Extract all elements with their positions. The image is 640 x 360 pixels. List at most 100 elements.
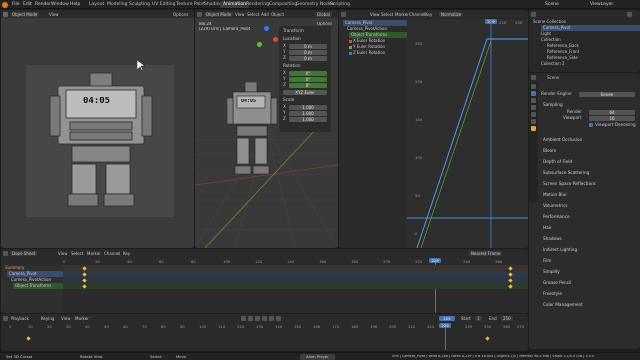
playback-menu[interactable]: Playback [11, 316, 29, 321]
timeline[interactable]: Playback Keying View Marker 229 Start 1 … [1, 314, 528, 351]
sampling-section[interactable]: Sampling [543, 101, 563, 108]
section-grease-pencil[interactable]: Grease Pencil [543, 279, 571, 286]
channel-z-euler-rotation[interactable]: Z Euler Rotation [353, 50, 385, 56]
render-samples-field[interactable]: 64 [589, 109, 635, 115]
editor-type-icon[interactable] [531, 11, 536, 17]
keying-menu[interactable]: Keying [41, 316, 54, 321]
jump-end-icon[interactable] [276, 315, 281, 321]
section-screen-space-reflections[interactable]: Screen Space Reflections [543, 180, 596, 187]
3d-viewport[interactable]: Object Mode View Select Add Object Globa… [195, 10, 338, 248]
render-tab-icon[interactable] [531, 91, 536, 96]
timeline-ruler[interactable]: 0 10 20 30 40 50 60 70 80 90 100 110 120… [1, 323, 528, 351]
editor-type-icon[interactable] [3, 315, 8, 321]
section-color-management[interactable]: Color Management [543, 301, 583, 308]
menu-window[interactable]: Window [51, 2, 69, 7]
editor-type-icon[interactable] [531, 74, 536, 80]
section-ambient-occlusion[interactable]: Ambient Occlusion [543, 136, 582, 143]
section-simplify[interactable]: Simplify [543, 268, 560, 275]
navigation-gizmo[interactable] [255, 26, 279, 50]
dope-sheet[interactable]: Dope Sheet View Select Marker Channel Ke… [1, 249, 528, 313]
rotation-mode-dropdown[interactable]: XYZ Euler [283, 90, 327, 95]
scale-z-field[interactable]: 1.000 [289, 116, 327, 122]
section-performance[interactable]: Performance [543, 213, 570, 220]
section-depth-of-field[interactable]: Depth of Field [543, 158, 572, 165]
rotation-x-field[interactable]: 0° [289, 70, 327, 76]
rotation-z-field[interactable]: 0° [289, 82, 327, 88]
graph-menu-select[interactable]: Select [381, 12, 393, 17]
object-tab-icon[interactable] [531, 126, 536, 131]
status-anim-player[interactable]: Anim Player [300, 354, 335, 360]
menu-render[interactable]: Render [35, 2, 51, 7]
tool-tab-icon[interactable] [531, 84, 536, 89]
viewport-menu-object[interactable]: Object [271, 12, 284, 17]
dope-menu-view[interactable]: View [58, 251, 68, 256]
editor-type-icon[interactable] [3, 250, 8, 256]
nearest-frame-dropdown[interactable]: Nearest Frame [469, 250, 503, 256]
section-film[interactable]: Film [543, 257, 552, 264]
dope-menu-marker[interactable]: Marker [87, 251, 101, 256]
tl-keyframe-start[interactable] [26, 336, 31, 341]
transform-panel-title[interactable]: Transform [283, 28, 304, 34]
normalize-toggle[interactable]: Normalize [439, 11, 464, 17]
section-volumetrics[interactable]: Volumetrics [543, 202, 568, 209]
graph-curve-area[interactable]: 220 229 250 250 200 150 100 50 0 [407, 19, 528, 248]
editor-type-icon[interactable] [341, 11, 346, 17]
graph-editor[interactable]: View Select Marker Channel Key Normalize… [339, 10, 528, 248]
location-x-field[interactable]: 0 m [289, 43, 327, 49]
filter-icon[interactable] [627, 11, 632, 17]
section-indirect-lighting[interactable]: Indirect Lighting [543, 246, 577, 253]
graph-menu-marker[interactable]: Marker [395, 12, 409, 17]
viewport-mode-dropdown[interactable]: Object Mode [204, 11, 234, 17]
timeline-current-frame-field[interactable]: 229 [439, 315, 455, 321]
menu-help[interactable]: Help [70, 2, 80, 7]
view-layer-tab-icon[interactable] [531, 105, 536, 110]
render-engine-dropdown[interactable]: Eevee [579, 91, 635, 97]
outliner-collection-2[interactable]: Collection 2 [541, 61, 565, 67]
dope-menu-channel[interactable]: Channel [104, 251, 120, 256]
jump-start-icon[interactable] [241, 315, 246, 321]
blender-logo-icon[interactable] [2, 1, 8, 8]
tl-keyframe-end[interactable] [485, 336, 490, 341]
graph-menu-key[interactable]: Key [425, 12, 432, 17]
tab-scripting[interactable]: Scripting [327, 1, 353, 8]
editor-type-icon[interactable] [197, 11, 202, 17]
section-hair[interactable]: Hair [543, 224, 552, 231]
end-frame-field[interactable]: 250 [501, 315, 513, 321]
location-y-field[interactable]: 0 m [289, 49, 327, 55]
start-frame-field[interactable]: 1 [475, 315, 482, 321]
viewport-menu-add[interactable]: Add [261, 12, 269, 17]
outliner-camera-pivot[interactable]: Camera_Pivot [541, 25, 640, 31]
rotation-y-field[interactable]: 0° [289, 76, 327, 82]
output-tab-icon[interactable] [531, 98, 536, 103]
section-motion-blur[interactable]: Motion Blur [543, 191, 567, 198]
timeline-marker-menu[interactable]: Marker [75, 316, 89, 321]
transform-orientation-dropdown[interactable]: Global [315, 11, 332, 17]
gizmo-x-icon[interactable] [273, 37, 278, 42]
camera-options-menu[interactable]: Options [173, 12, 188, 17]
section-subsurface-scattering[interactable]: Subsurface Scattering [543, 169, 589, 176]
timeline-view-menu[interactable]: View [61, 316, 71, 321]
view-layer-selector[interactable]: ViewLayer [590, 2, 613, 7]
dope-menu-select[interactable]: Select [71, 251, 83, 256]
scene-tab-icon[interactable] [531, 112, 536, 117]
dope-timeline-area[interactable]: 0 20 40 60 80 100 120 140 160 180 200 22… [63, 258, 528, 313]
world-tab-icon[interactable] [531, 119, 536, 124]
camera-view-menu[interactable]: View [49, 12, 59, 17]
viewport-samples-field[interactable]: 16 [589, 115, 635, 121]
dope-sheet-mode-dropdown[interactable]: Dope Sheet [10, 250, 38, 256]
play-icon[interactable] [262, 315, 267, 321]
gizmo-y-icon[interactable] [257, 42, 262, 47]
location-z-field[interactable]: 0 m [289, 55, 327, 61]
viewport-menu-view[interactable]: View [235, 12, 245, 17]
menu-edit[interactable]: Edit [23, 2, 32, 7]
scale-y-field[interactable]: 1.000 [289, 110, 327, 116]
section-bloom[interactable]: Bloom [543, 147, 556, 154]
viewport-menu-select[interactable]: Select [247, 12, 259, 17]
graph-menu-channel[interactable]: Channel [409, 12, 425, 17]
section-shadows[interactable]: Shadows [543, 235, 562, 242]
scene-selector[interactable]: Scene [545, 2, 559, 7]
scale-x-field[interactable]: 1.000 [289, 104, 327, 110]
dope-menu-key[interactable]: Key [123, 251, 130, 256]
gizmo-z-icon[interactable] [264, 26, 269, 31]
camera-mode-dropdown[interactable]: Object Mode [10, 11, 40, 17]
